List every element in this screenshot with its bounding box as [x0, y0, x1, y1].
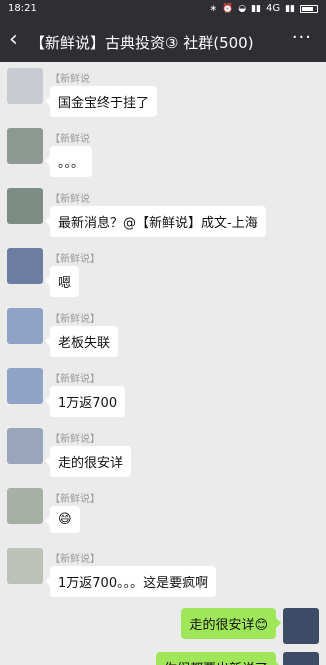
message-bubble[interactable]: 嗯: [44, 266, 80, 297]
message-bubble[interactable]: 😄: [45, 506, 80, 533]
sender-name: 【新鲜说】: [50, 494, 100, 505]
title-bar: ‹ 【新鲜说】古典投资③ 社群(500) ···: [0, 20, 326, 62]
avatar[interactable]: [283, 608, 319, 644]
sender-name: 【新鲜说: [50, 74, 90, 85]
avatar[interactable]: [7, 308, 43, 344]
message-bubble[interactable]: 走的很安详😊: [181, 608, 281, 639]
avatar[interactable]: [7, 548, 43, 584]
status-bar: 18:21 ∗ ⏰ ◒ ▮▮ 4G ▮▮: [0, 0, 326, 20]
sender-name: 【新鲜说】: [50, 314, 100, 325]
signal-icon: ▮▮: [251, 3, 261, 14]
avatar[interactable]: [7, 428, 43, 464]
chat-title: 【新鲜说】古典投资③ 社群(500): [30, 34, 254, 52]
message-bubble[interactable]: 1万返700。。。这是要疯啊: [44, 566, 217, 597]
signal-icon-2: ▮▮: [285, 3, 295, 14]
message-bubble[interactable]: 。。。: [44, 146, 93, 177]
sender-name: 【新鲜说: [50, 134, 90, 145]
message-bubble[interactable]: 最新消息？@【新鲜说】成文-上海: [45, 206, 266, 237]
avatar[interactable]: [7, 248, 43, 284]
message-bubble[interactable]: 1万返700: [44, 386, 126, 417]
more-dots-icon[interactable]: ···: [292, 27, 312, 48]
message-bubble[interactable]: 你们都要出新说了: [155, 652, 282, 665]
sender-name: 【新鲜说】: [50, 374, 100, 385]
alarm-icon: ⏰: [221, 3, 234, 14]
avatar[interactable]: [7, 488, 43, 524]
avatar[interactable]: [7, 128, 43, 164]
message-bubble[interactable]: 国金宝终于挂了: [44, 86, 158, 117]
bluetooth-icon: ∗: [209, 3, 217, 14]
status-icons: ∗ ⏰ ◒ ▮▮ 4G ▮▮: [209, 3, 318, 14]
avatar[interactable]: [7, 188, 43, 224]
back-chevron-icon[interactable]: ‹: [9, 27, 18, 52]
sender-name: 【新鲜说】: [50, 434, 100, 445]
sender-name: 【新鲜说】: [50, 554, 100, 565]
avatar[interactable]: [283, 652, 319, 665]
wifi-icon: ◒: [238, 3, 247, 14]
message-bubble[interactable]: 走的很安详: [44, 446, 132, 477]
network-label: 4G: [265, 3, 281, 14]
battery-icon: [300, 4, 318, 13]
status-time: 18:21: [8, 3, 37, 14]
sender-name: 【新鲜说: [50, 194, 90, 205]
avatar[interactable]: [7, 368, 43, 404]
sender-name: 【新鲜说】: [50, 254, 100, 265]
message-bubble[interactable]: 老板失联: [44, 326, 119, 357]
avatar[interactable]: [7, 68, 43, 104]
chat-area[interactable]: 【新鲜说 国金宝终于挂了 【新鲜说 。。。 【新鲜说 最新消息？@【新鲜说】成文…: [0, 62, 326, 665]
